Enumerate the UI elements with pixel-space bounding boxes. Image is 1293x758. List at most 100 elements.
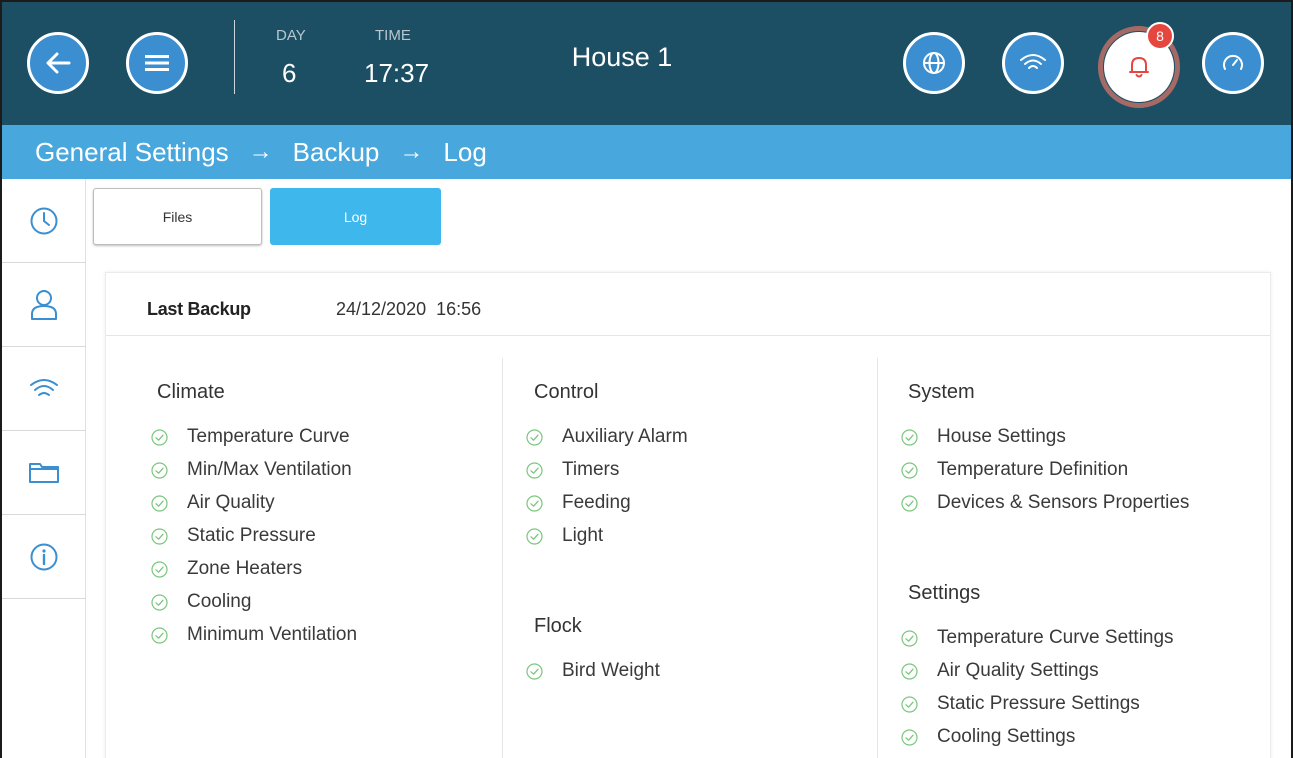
backup-log-card: Last Backup 24/12/2020 16:56 Climate Tem… — [105, 272, 1271, 758]
time-value: 17:37 — [364, 58, 430, 88]
list-item: Minimum Ventilation — [151, 624, 357, 646]
list-item: Min/Max Ventilation — [151, 459, 352, 481]
control-title: Control — [534, 381, 599, 403]
day-label: DAY — [276, 27, 306, 44]
check-circle-icon — [901, 494, 918, 512]
list-item-label: Feeding — [562, 492, 631, 513]
list-item-label: Static Pressure Settings — [937, 693, 1140, 714]
flock-title: Flock — [534, 615, 582, 637]
last-backup-row: Last Backup 24/12/2020 16:56 — [106, 273, 1270, 336]
list-item: Zone Heaters — [151, 558, 302, 580]
app-frame: DAY 6 TIME 17:37 House 1 8 General Setti… — [0, 0, 1293, 758]
check-circle-icon — [901, 428, 918, 446]
sidebar-item-network[interactable] — [2, 347, 86, 431]
breadcrumb-backup[interactable]: Backup — [293, 137, 380, 168]
menu-button[interactable] — [126, 32, 188, 94]
list-item-label: Temperature Definition — [937, 459, 1129, 480]
last-backup-value: 24/12/2020 16:56 — [336, 299, 482, 319]
gauge-icon — [1223, 54, 1243, 70]
list-item-label: Devices & Sensors Properties — [937, 492, 1190, 513]
breadcrumb: General Settings → Backup → Log — [2, 125, 1291, 179]
check-circle-icon — [901, 461, 918, 479]
folder-icon — [29, 462, 59, 483]
check-circle-icon — [901, 662, 918, 680]
check-circle-icon — [901, 728, 918, 746]
list-item-label: Temperature Curve — [187, 426, 350, 447]
sidebar — [2, 179, 86, 758]
system-title: System — [908, 381, 975, 403]
list-item-label: Timers — [562, 459, 620, 480]
info-icon — [30, 543, 58, 570]
list-item-label: House Settings — [937, 426, 1066, 447]
list-item-label: Min/Max Ventilation — [187, 459, 352, 480]
last-backup-label: Last Backup — [147, 299, 251, 319]
list-item: Feeding — [526, 492, 631, 514]
climate-title: Climate — [157, 381, 225, 403]
list-item-label: Bird Weight — [562, 660, 660, 681]
house-title: House 1 — [571, 42, 673, 72]
check-circle-icon — [151, 560, 168, 578]
day-value: 6 — [282, 58, 297, 88]
list-item-label: Cooling Settings — [937, 726, 1076, 747]
list-item-label: Temperature Curve Settings — [937, 627, 1174, 648]
check-circle-icon — [526, 461, 543, 479]
clock-icon — [30, 207, 58, 234]
list-item: Devices & Sensors Properties — [901, 492, 1189, 514]
check-circle-icon — [526, 428, 543, 446]
list-item: Static Pressure Settings — [901, 693, 1140, 715]
list-item-label: Zone Heaters — [187, 558, 303, 579]
breadcrumb-general-settings[interactable]: General Settings — [35, 137, 229, 168]
breadcrumb-log: Log — [443, 136, 487, 167]
list-item-label: Cooling — [187, 591, 252, 612]
list-item-label: Auxiliary Alarm — [562, 426, 688, 447]
list-item: Temperature Curve — [151, 426, 350, 448]
dashboard-button[interactable] — [1202, 32, 1264, 94]
check-circle-icon — [151, 527, 168, 545]
tab-files[interactable]: Files — [93, 188, 262, 245]
language-button[interactable] — [903, 32, 965, 94]
list-item-label: Light — [562, 525, 604, 546]
column-divider — [502, 358, 503, 758]
time-label: TIME — [375, 27, 411, 44]
user-icon — [31, 289, 57, 320]
list-item: Auxiliary Alarm — [526, 426, 688, 448]
sidebar-item-info[interactable] — [2, 515, 86, 599]
list-item: Cooling — [151, 591, 251, 613]
hamburger-icon — [145, 55, 169, 71]
list-item: Light — [526, 525, 603, 547]
network-button[interactable] — [1002, 32, 1064, 94]
list-item: Air Quality Settings — [901, 660, 1099, 682]
check-circle-icon — [151, 626, 168, 644]
list-item: Temperature Curve Settings — [901, 627, 1174, 649]
tab-log[interactable]: Log — [270, 188, 441, 245]
alarm-count-badge: 8 — [1146, 22, 1174, 50]
list-item: Temperature Definition — [901, 459, 1128, 481]
globe-icon — [923, 52, 945, 74]
sidebar-item-backup[interactable] — [2, 431, 86, 515]
back-button[interactable] — [27, 32, 89, 94]
wifi-icon — [1020, 54, 1046, 69]
list-item: Cooling Settings — [901, 726, 1075, 748]
check-circle-icon — [901, 629, 918, 647]
check-circle-icon — [901, 695, 918, 713]
list-item-label: Static Pressure — [187, 525, 316, 546]
list-item-label: Air Quality Settings — [937, 660, 1099, 681]
settings-title: Settings — [908, 582, 981, 604]
check-circle-icon — [151, 461, 168, 479]
top-bar: DAY 6 TIME 17:37 House 1 8 — [2, 2, 1291, 125]
bell-icon — [1129, 57, 1149, 78]
sidebar-item-clock[interactable] — [2, 179, 86, 263]
sidebar-item-user[interactable] — [2, 263, 86, 347]
check-circle-icon — [526, 494, 543, 512]
list-item: House Settings — [901, 426, 1066, 448]
check-circle-icon — [151, 494, 168, 512]
breadcrumb-arrow: → — [248, 138, 273, 165]
list-item-label: Air Quality — [187, 492, 275, 513]
wifi-icon — [30, 378, 58, 396]
list-item-label: Minimum Ventilation — [187, 624, 358, 645]
arrow-left-icon — [46, 52, 71, 74]
list-item: Timers — [526, 459, 619, 481]
column-divider — [877, 358, 878, 758]
check-circle-icon — [151, 593, 168, 611]
breadcrumb-arrow: → — [399, 138, 424, 165]
